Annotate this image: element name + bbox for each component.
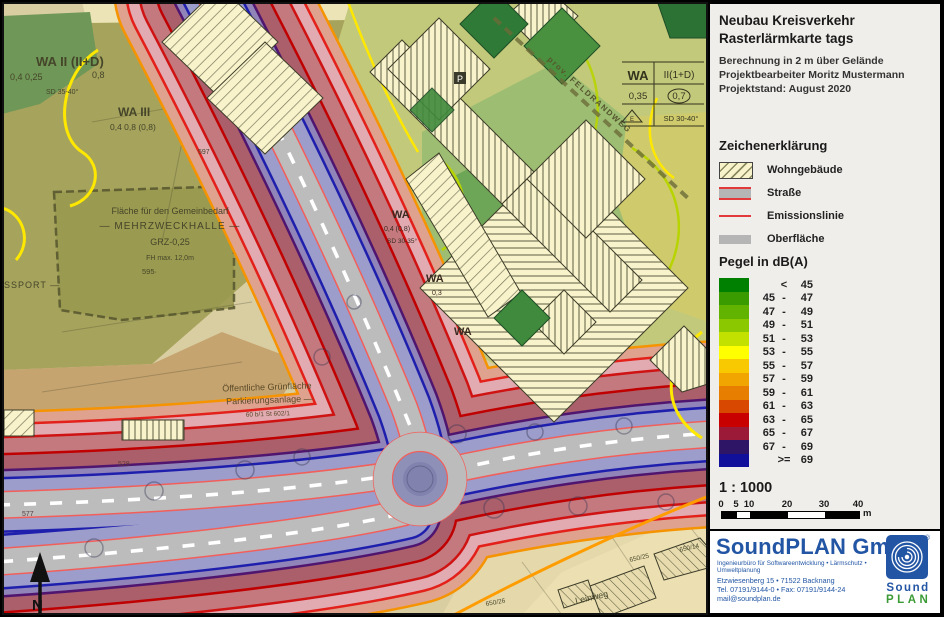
noise-map: SSPORT — WA II (II+D) 0,4 0,25 0,8 SD 35…: [2, 2, 708, 615]
db-level-row: 57-59: [719, 373, 813, 387]
label-595: 595·: [142, 267, 157, 276]
db-swatch: [719, 332, 749, 346]
db-swatch: [719, 278, 749, 292]
label-gemeinbedarf: Fläche für den Gemeinbedarf: [111, 206, 229, 216]
label-wa1: WA II (II+D): [36, 54, 104, 69]
legend-label: Straße: [767, 187, 801, 199]
noise-map-document: SSPORT — WA II (II+D) 0,4 0,25 0,8 SD 35…: [0, 0, 944, 617]
wa-table-r1c1: WA: [628, 68, 650, 83]
soundplan-logo: ® Sound PLAN: [886, 535, 932, 607]
soundplan-spiral-icon: [886, 535, 928, 579]
emissionslinie-swatch-icon: [719, 215, 753, 217]
wa-table-r3c1: E: [630, 117, 634, 123]
legend-heading: Zeichenerklärung: [719, 138, 827, 153]
legend-item-oberflaeche: Oberfläche: [719, 230, 824, 248]
db-swatch: [719, 427, 749, 441]
db-swatch: [719, 400, 749, 414]
label-wa-s2n: 0,3: [432, 290, 442, 297]
scale-bar-unit: m: [863, 508, 871, 519]
company-tagline: Ingenieurbüro für Softwareentwicklung • …: [717, 560, 877, 574]
legend-label: Wohngebäude: [767, 164, 843, 176]
db-level-row: 59-61: [719, 386, 813, 400]
scale-bar: [721, 511, 860, 519]
oberflaeche-swatch-icon: [719, 235, 753, 244]
wa-table-r1c2: II(1+D): [664, 70, 695, 81]
db-swatch: [719, 292, 749, 306]
db-swatch: [719, 373, 749, 387]
logo-text-plan: PLAN: [886, 594, 930, 606]
scale-bar-ticks: 0 5 10 20 30 40: [721, 499, 871, 509]
db-level-row: 45-47: [719, 292, 813, 306]
legend-item-strasse: Straße: [719, 184, 801, 202]
company-address: Etzwiesenberg 15 • 71522 Backnang Tel. 0…: [717, 576, 845, 603]
label-577: 577: [22, 511, 34, 518]
db-swatch: [719, 413, 749, 427]
label-wa-s1: WA: [392, 209, 410, 221]
parking-icon: P: [454, 72, 466, 84]
label-wa1-extra: 0,8: [92, 70, 105, 80]
label-wa-s1sd: SD 30-35°: [387, 237, 417, 245]
db-level-row: 55-57: [719, 359, 813, 373]
subtitle-editor: Projektbearbeiter Moritz Mustermann: [719, 69, 940, 81]
parking-letter: P: [457, 74, 463, 84]
label-wa2-nums: 0,4 0,8 (0,8): [110, 122, 156, 132]
roundabout: [374, 433, 467, 526]
db-level-row: >=69: [719, 454, 813, 468]
label-ssport: SSPORT —: [4, 280, 60, 290]
map-title-line2: Rasterlärmkarte tags: [719, 31, 940, 46]
info-panel: Neubau Kreisverkehr Rasterlärmkarte tags…: [708, 2, 942, 615]
label-fhmax: FH max. 12,0m: [146, 255, 194, 262]
db-swatch: [719, 346, 749, 360]
strasse-swatch-icon: [719, 187, 753, 200]
north-letter: N: [32, 597, 43, 614]
db-swatch: [719, 454, 749, 468]
label-528: 528·: [118, 461, 132, 468]
label-wa1-sd: SD 35-40°: [46, 88, 79, 96]
map-scale-ratio: 1 : 1000: [719, 480, 772, 496]
db-level-row: 53-55: [719, 346, 813, 360]
label-grz: GRZ-0,25: [150, 237, 190, 247]
db-swatch: [719, 386, 749, 400]
phone-line: Tel. 07191/9144-0 • Fax: 07191/9144-24: [717, 585, 845, 594]
registered-mark: ®: [925, 535, 930, 542]
legend-label: Oberfläche: [767, 233, 824, 245]
logo-text-sound: Sound: [886, 582, 930, 594]
db-level-row: 49-51: [719, 319, 813, 333]
label-wa2: WA III: [118, 105, 150, 119]
db-swatch: [719, 359, 749, 373]
legend-item-wohngebaeude: Wohngebäude: [719, 161, 843, 179]
db-color-scale: <45 45-47 47-49 49-51 51-53 53-55 55-57 …: [719, 278, 813, 467]
label-597: 597: [198, 149, 210, 156]
wa-table-r2c1: 0,35: [629, 91, 648, 102]
label-mehrzweckhalle: — MEHRZWECKHALLE —: [100, 221, 241, 232]
company-footer: SoundPLAN GmbH Ingenieurbüro für Softwar…: [710, 529, 940, 613]
subtitle-calculation: Berechnung in 2 m über Gelände: [719, 55, 940, 67]
wohngebaeude-swatch-icon: [719, 162, 753, 179]
label-wa-s2: WA: [426, 273, 444, 285]
legend-item-emissionslinie: Emissionslinie: [719, 207, 844, 225]
db-swatch: [719, 440, 749, 454]
label-wa-s3: WA: [454, 326, 472, 338]
label-wa-s1n: 0,4 (0,8): [384, 226, 410, 233]
map-title-line1: Neubau Kreisverkehr: [719, 4, 940, 28]
db-level-row: 61-63: [719, 400, 813, 414]
db-swatch: [719, 319, 749, 333]
db-swatch: [719, 305, 749, 319]
db-level-row: 51-53: [719, 332, 813, 346]
db-level-row: 67-69: [719, 440, 813, 454]
legend-label: Emissionslinie: [767, 210, 844, 222]
db-scale-heading: Pegel in dB(A): [719, 254, 808, 269]
db-level-row: 47-49: [719, 305, 813, 319]
map-area: SSPORT — WA II (II+D) 0,4 0,25 0,8 SD 35…: [2, 2, 708, 615]
wa-table-r3c2: SD 30-40°: [664, 114, 699, 123]
subtitle-status: Projektstand: August 2020: [719, 83, 940, 95]
db-level-row: 65-67: [719, 427, 813, 441]
email-line[interactable]: mail@soundplan.de: [717, 594, 845, 603]
wa-table-r2c2: 0,7: [672, 91, 685, 102]
db-level-row: 63-65: [719, 413, 813, 427]
address-line: Etzwiesenberg 15 • 71522 Backnang: [717, 576, 845, 585]
label-wa1-nums: 0,4 0,25: [10, 72, 43, 82]
db-level-row: <45: [719, 278, 813, 292]
